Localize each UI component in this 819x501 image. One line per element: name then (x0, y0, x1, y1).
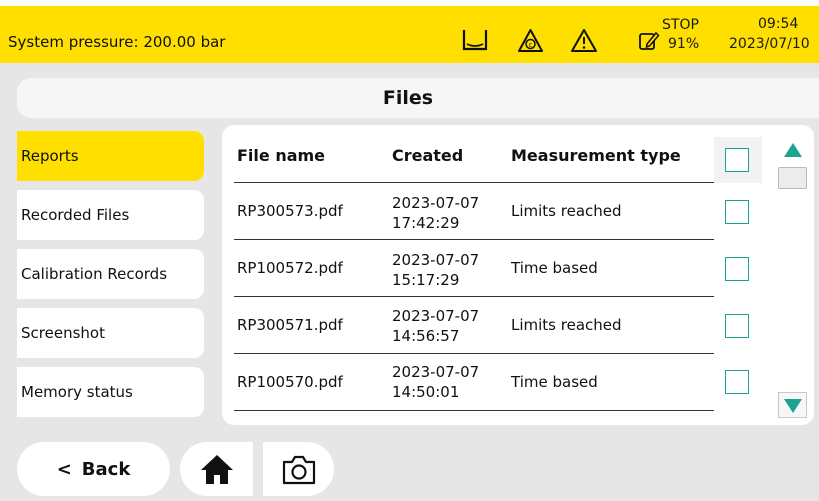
page-title: Files (382, 87, 434, 109)
row-checkbox[interactable] (725, 370, 749, 394)
row-checkbox[interactable] (725, 314, 749, 338)
scroll-down-button[interactable] (778, 392, 807, 418)
sidebar-item-calibration-records[interactable]: Calibration Records (17, 249, 204, 299)
clock-date: 2023/07/10 (729, 36, 810, 52)
sidebar-item-label: Recorded Files (21, 206, 130, 224)
sidebar-item-label: Screenshot (21, 324, 105, 342)
measurement-type: Limits reached (511, 202, 622, 220)
measurement-type: Time based (511, 259, 598, 277)
file-name: RP100572.pdf (237, 259, 343, 277)
sidebar-item-label: Calibration Records (21, 265, 168, 283)
sidebar-item-reports[interactable]: Reports (17, 131, 204, 181)
file-name: RP100570.pdf (237, 373, 343, 391)
created-date: 2023-07-07 (392, 307, 480, 325)
status-bar: System pressure: 200.00 bar c STOP 91% 0… (0, 6, 819, 63)
created-date: 2023-07-07 (392, 251, 480, 269)
home-icon (201, 455, 233, 484)
sidebar-item-memory-status[interactable]: Memory status (17, 367, 204, 417)
sidebar-item-recorded-files[interactable]: Recorded Files (17, 190, 204, 240)
file-name: RP300573.pdf (237, 202, 343, 220)
scroll-up-icon[interactable] (783, 142, 803, 158)
stop-label: STOP (662, 17, 699, 33)
measurement-type: Time based (511, 373, 598, 391)
column-header-measurement-type[interactable]: Measurement type (511, 146, 681, 165)
calibration-warning-icon: c (518, 29, 543, 52)
edit-icon (639, 31, 660, 50)
chevron-left-icon: < (56, 458, 72, 480)
back-label: Back (81, 458, 131, 480)
title-bar: Files (17, 78, 819, 118)
scroll-down-icon (784, 399, 802, 413)
tank-icon (462, 30, 488, 51)
column-header-file-name[interactable]: File name (237, 146, 325, 165)
created-time: 14:50:01 (392, 383, 460, 401)
measurement-type: Limits reached (511, 316, 622, 334)
back-button[interactable]: < Back (17, 442, 170, 496)
camera-icon (282, 455, 316, 485)
screenshot-button[interactable] (263, 442, 334, 496)
home-button[interactable] (180, 442, 253, 496)
select-all-checkbox[interactable] (725, 148, 749, 172)
scrollbar-thumb[interactable] (778, 167, 807, 189)
clock-time: 09:54 (758, 16, 799, 32)
file-name: RP300571.pdf (237, 316, 343, 334)
svg-text:c: c (529, 41, 533, 49)
created-time: 15:17:29 (392, 271, 460, 289)
sidebar-item-label: Reports (21, 147, 79, 165)
created-time: 14:56:57 (392, 327, 460, 345)
sidebar-item-screenshot[interactable]: Screenshot (17, 308, 204, 358)
created-date: 2023-07-07 (392, 194, 480, 212)
system-pressure: System pressure: 200.00 bar (8, 33, 226, 51)
row-checkbox[interactable] (725, 200, 749, 224)
column-header-created[interactable]: Created (392, 146, 463, 165)
stop-percent: 91% (668, 36, 700, 52)
created-time: 17:42:29 (392, 214, 460, 232)
created-date: 2023-07-07 (392, 363, 480, 381)
sidebar-item-label: Memory status (21, 383, 133, 401)
row-checkbox[interactable] (725, 257, 749, 281)
warning-icon (571, 29, 597, 52)
